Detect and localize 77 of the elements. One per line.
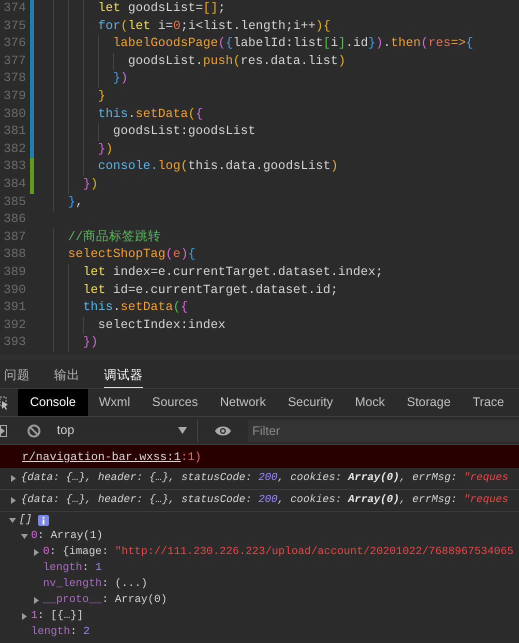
devtools-tab[interactable]: Network: [208, 389, 277, 416]
caret-icon[interactable]: [32, 548, 41, 556]
code-line: //商品标签跳转: [68, 228, 162, 246]
line-number: 377: [2, 52, 26, 70]
log-text[interactable]: {data: {…}, header: {…}, statusCode: 200, cookies: Array(0), errMsg: "reques: [21, 492, 508, 509]
code-line: },: [68, 194, 84, 211]
devtools-tab[interactable]: Sources: [141, 389, 209, 416]
caret-icon[interactable]: [8, 516, 17, 524]
code-line: }): [83, 176, 98, 193]
line-number: 382: [2, 140, 26, 158]
tree-label[interactable]: 0: Array(1): [31, 528, 103, 544]
eye-icon[interactable]: [214, 424, 232, 436]
code-line: this.setData({: [98, 106, 204, 123]
line-number: 388: [2, 246, 26, 264]
error-message: r/navigation-bar.wxss:1:1): [0, 445, 519, 468]
devtools-tab[interactable]: Security: [276, 389, 344, 416]
code-line: labelGoodsPage({labelId:list[i].id}).then(res=>{: [113, 35, 474, 52]
line-number: 393: [2, 334, 26, 352]
tree-label[interactable]: 0: {image: "http://111.230.226.223/upload/account/20201022/7688967534065: [43, 544, 514, 560]
line-number: 385: [2, 194, 26, 211]
caret-icon[interactable]: [32, 596, 41, 604]
tree-label[interactable]: 1: [{…}]: [31, 608, 84, 624]
context-select[interactable]: top: [48, 420, 198, 442]
code-line: let id=e.currentTarget.dataset.id;: [83, 282, 338, 298]
tree-label[interactable]: []: [19, 512, 32, 528]
clear-icon[interactable]: [26, 424, 41, 438]
info-icon[interactable]: [38, 514, 50, 526]
tree-label[interactable]: __proto__: Array(0): [43, 592, 168, 608]
devtools-tab[interactable]: Storage: [396, 389, 462, 416]
devtools-tab[interactable]: Trace: [462, 389, 516, 416]
log-text[interactable]: {data: {…}, header: {…}, statusCode: 200, cookies: Array(0), errMsg: "reques: [21, 470, 508, 487]
code-line: }: [98, 88, 106, 105]
filter-field[interactable]: Filter: [248, 420, 519, 442]
devtools-tab[interactable]: Mock: [344, 389, 396, 416]
panel-tab[interactable]: 问题: [4, 364, 30, 388]
inspect-icon[interactable]: [0, 396, 8, 410]
code-line: }): [113, 70, 128, 88]
code-line: selectShopTag(e){: [68, 246, 196, 264]
line-number: 374: [2, 0, 26, 17]
devtools-tab[interactable]: Console: [18, 389, 88, 416]
code-line: let index=e.currentTarget.dataset.index;: [83, 264, 384, 281]
line-number: 381: [2, 123, 26, 140]
sidebar-toggle-icon[interactable]: [0, 424, 7, 436]
caret-icon[interactable]: [20, 612, 29, 620]
line-number: 378: [2, 70, 26, 88]
code-line: console.log(this.data.goodsList): [98, 158, 338, 176]
line-number: 375: [2, 18, 26, 35]
line-number: 387: [2, 228, 26, 246]
caret-icon[interactable]: [178, 427, 188, 434]
code-line: for(let i=0;i<list.length;i++){: [98, 18, 331, 35]
caret-icon[interactable]: [9, 496, 18, 505]
panel-tab[interactable]: 调试器: [104, 364, 143, 388]
tree-label[interactable]: length: 2: [31, 624, 90, 640]
line-number: 376: [2, 35, 26, 52]
line-number: 390: [2, 282, 26, 298]
code-line: this.setData({: [83, 299, 188, 316]
panel-tab[interactable]: 输出: [54, 364, 80, 388]
line-number: 384: [2, 176, 26, 193]
source-link[interactable]: r/navigation-bar.wxss:1: [22, 451, 181, 464]
code-line: let goodsList=[];: [98, 0, 226, 17]
line-number: 391: [2, 299, 26, 316]
code-line: selectIndex:index: [98, 316, 226, 334]
line-number: 386: [2, 211, 26, 228]
tree-label[interactable]: nv_length: (...): [43, 576, 148, 592]
code-line: goodsList:goodsList: [113, 123, 256, 140]
tree-label[interactable]: length: 1: [43, 560, 102, 576]
code-line: }): [83, 334, 98, 352]
caret-icon[interactable]: [20, 532, 29, 540]
line-number: 380: [2, 106, 26, 123]
devtools-tab[interactable]: Wxml: [88, 389, 142, 416]
code-line: }): [98, 140, 114, 158]
code-line: goodsList.push(res.data.list): [128, 52, 346, 70]
line-number: 379: [2, 88, 26, 105]
line-number: 392: [2, 316, 26, 334]
line-number: 389: [2, 264, 26, 281]
caret-icon[interactable]: [9, 474, 18, 483]
line-number: 383: [2, 158, 26, 176]
